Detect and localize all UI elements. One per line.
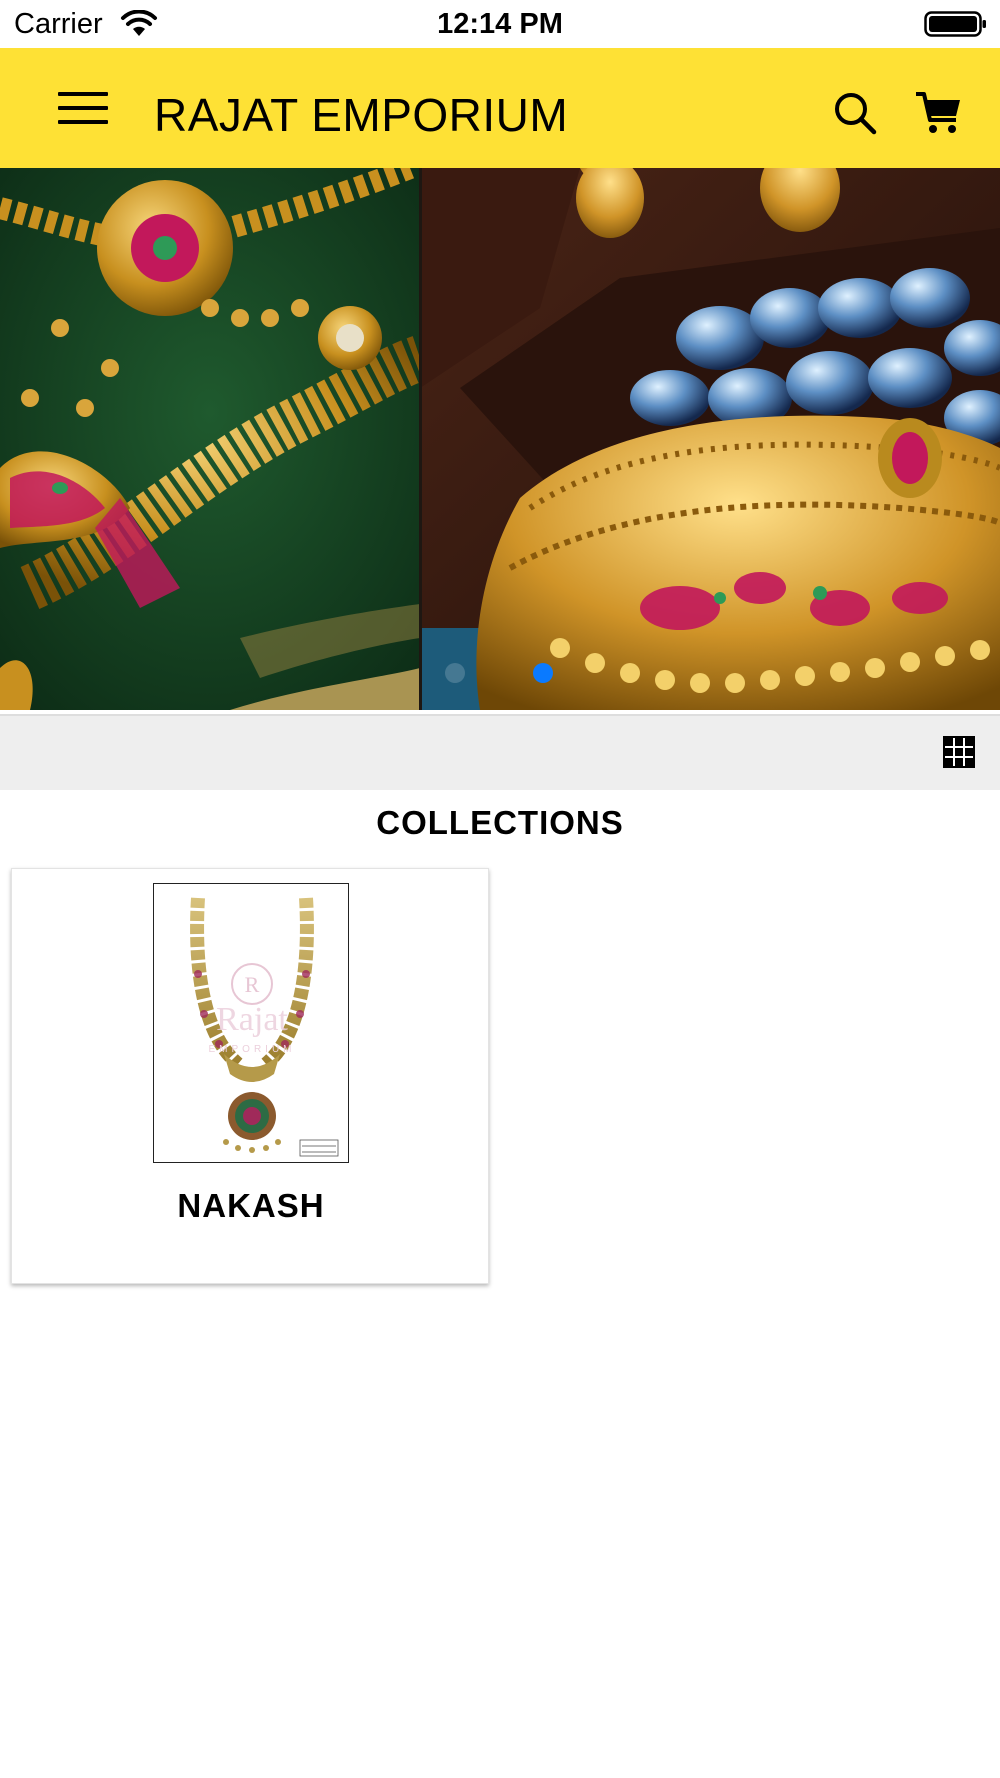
hamburger-menu-icon[interactable] [56,82,110,134]
view-toolbar [0,714,1000,790]
collection-card-nakash[interactable]: R Rajat EMPORIUM NAKASH [11,868,489,1284]
app-title: RAJAT EMPORIUM [154,89,569,141]
app-header: RAJAT EMPORIUM [0,48,1000,168]
collection-thumbnail: R Rajat EMPORIUM [153,883,349,1163]
banner-image-choker-box [420,168,1000,710]
grid-view-icon[interactable] [943,736,975,768]
banner-divider [419,168,422,710]
banner-carousel[interactable] [0,168,1000,710]
search-icon[interactable] [832,90,878,136]
collections-heading: COLLECTIONS [376,804,624,841]
watermark-brand: Rajat [216,1001,288,1038]
status-time: 12:14 PM [437,8,563,40]
necklace-image: R Rajat EMPORIUM [154,884,348,1162]
collection-label: NAKASH [177,1187,325,1224]
status-bar: Carrier 12:14 PM [0,0,1000,48]
watermark-sub: EMPORIUM [209,1044,296,1055]
carousel-dot-2-active[interactable] [533,663,553,683]
watermark-monogram: R [245,972,260,997]
banner-image-necklace-green [0,168,420,710]
battery-full-icon [924,11,986,37]
carousel-dot-1[interactable] [445,663,465,683]
shopping-cart-icon[interactable] [914,90,962,136]
